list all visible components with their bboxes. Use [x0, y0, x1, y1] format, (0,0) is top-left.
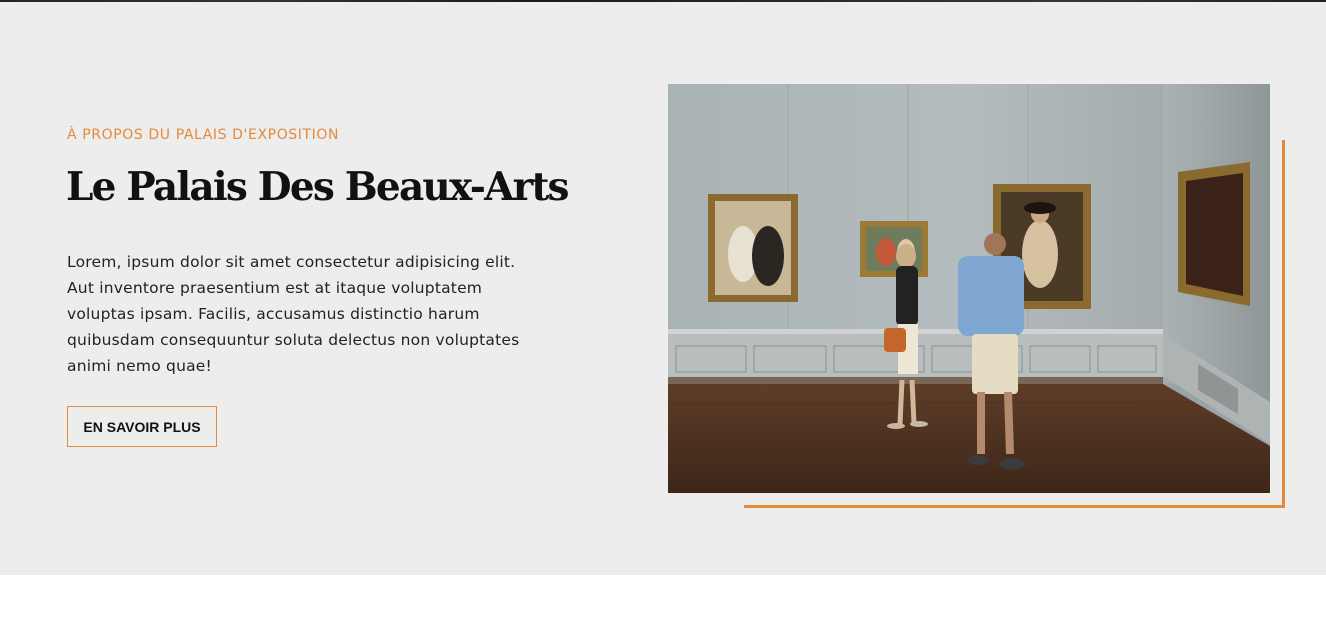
next-section-start	[0, 575, 1326, 624]
section-eyebrow: À PROPOS DU PALAIS D'EXPOSITION	[67, 127, 340, 143]
section-description: Lorem, ipsum dolor sit amet consectetur …	[67, 253, 520, 375]
section-title: Le Palais Des Beaux-Arts	[66, 164, 570, 210]
gallery-photo	[668, 84, 1270, 493]
learn-more-button[interactable]: EN SAVOIR PLUS	[67, 406, 217, 447]
